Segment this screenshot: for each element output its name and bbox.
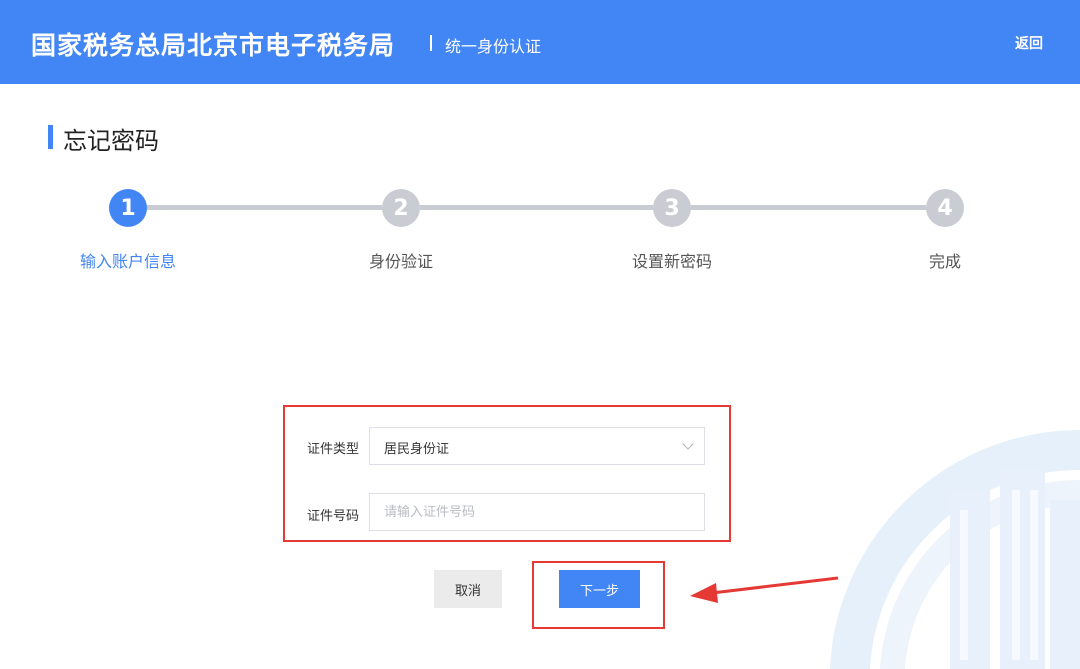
step-4-label: 完成 <box>928 252 962 271</box>
brand-title: 国家税务总局北京市电子税务局 <box>31 31 396 60</box>
cancel-button[interactable]: 取消 <box>434 570 502 608</box>
step-2-label: 身份验证 <box>368 252 434 271</box>
page-title: 忘记密码 <box>63 127 159 155</box>
id-number-input[interactable] <box>369 493 705 531</box>
step-1-circle: 1 <box>109 189 147 227</box>
step-1-label: 输入账户信息 <box>79 252 177 271</box>
id-number-label: 证件号码 <box>307 509 360 524</box>
title-accent-bar <box>48 125 53 149</box>
back-link[interactable]: 返回 <box>1015 33 1043 53</box>
header-subtitle: 统一身份认证 <box>445 37 542 56</box>
id-type-select[interactable]: 居民身份证 <box>369 427 705 465</box>
step-connector-1 <box>147 205 382 210</box>
chevron-down-icon <box>682 438 694 450</box>
id-type-label: 证件类型 <box>307 442 360 457</box>
step-3-circle: 3 <box>653 189 691 227</box>
id-type-value: 居民身份证 <box>384 442 450 457</box>
next-step-button[interactable]: 下一步 <box>559 570 640 608</box>
step-4-circle: 4 <box>926 189 964 227</box>
step-3-label: 设置新密码 <box>631 252 713 271</box>
step-2-circle: 2 <box>382 189 420 227</box>
step-connector-2 <box>420 205 653 210</box>
step-connector-3 <box>691 205 926 210</box>
top-header: 国家税务总局北京市电子税务局 统一身份认证 返回 <box>0 0 1080 84</box>
header-divider <box>430 35 432 51</box>
